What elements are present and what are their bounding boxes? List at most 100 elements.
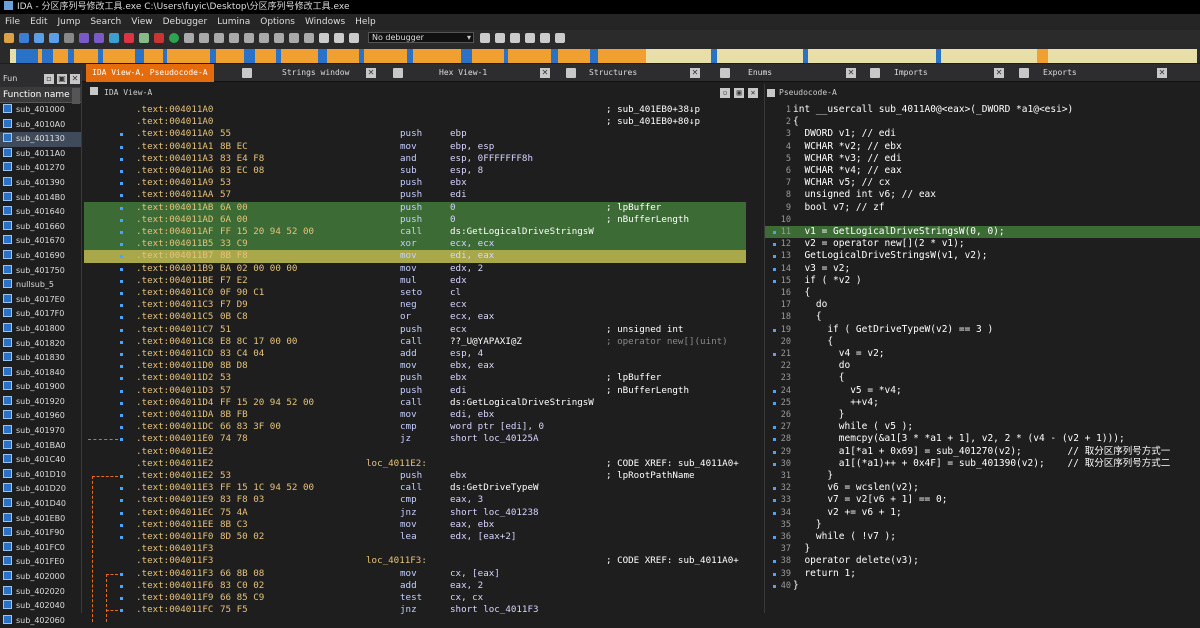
function-list-item[interactable]: sub_402020 xyxy=(0,585,81,600)
tab-ida-view-pseudocode[interactable]: IDA View-A, Pseudocode-A xyxy=(86,64,214,82)
disasm-line[interactable]: .text:004011D4 FF 15 20 94 52 00 call ds:Ge… xyxy=(84,397,760,409)
breakpoint-dot-icon[interactable] xyxy=(120,292,123,295)
disasm-line[interactable]: .text:004011F6 83 C0 02 add eax, 2 xyxy=(84,580,760,592)
breakpoint-dot-icon[interactable] xyxy=(120,316,123,320)
disasm-line[interactable]: .text:004011DA 8B FB mov edi, ebx xyxy=(84,409,760,421)
menu-lumina[interactable]: Lumina xyxy=(212,17,255,27)
functions-scrollbar[interactable] xyxy=(72,88,80,104)
open-icon[interactable] xyxy=(4,32,14,43)
breakpoint-dot-icon[interactable] xyxy=(120,365,123,369)
disasm-line[interactable]: .text:004011B5 33 C9 xor ecx, ecx xyxy=(84,238,746,251)
pseudocode-line[interactable]: 36 while ( !v7 ); xyxy=(765,531,1200,543)
step-icon-2[interactable] xyxy=(495,32,505,43)
step-icon-5[interactable] xyxy=(540,32,550,43)
tool-icon-6[interactable] xyxy=(259,32,269,43)
pseudocode-line[interactable]: 2{ xyxy=(765,116,1200,128)
function-list-item[interactable]: sub_401800 xyxy=(0,322,81,337)
breakpoint-dot-icon[interactable] xyxy=(120,499,123,503)
function-list-item[interactable]: sub_401690 xyxy=(0,249,81,264)
tab-structures-close-icon[interactable]: ✕ xyxy=(690,68,700,78)
tab-enums-close-icon[interactable]: ✕ xyxy=(846,68,856,78)
breakpoint-dot-icon[interactable] xyxy=(120,572,123,576)
code-icon[interactable] xyxy=(139,32,149,43)
disasm-line[interactable]: .text:004011B7 8B F8 mov edi, eax xyxy=(84,250,746,263)
disasm-line[interactable]: .text:004011F9 66 85 C9 test cx, cx xyxy=(84,592,760,604)
pseudocode-line[interactable]: 22 do xyxy=(765,360,1200,372)
disasm-line[interactable]: .text:004011CD 83 C4 04 add esp, 4 xyxy=(84,348,760,360)
pseudocode-line[interactable]: 20 { xyxy=(765,336,1200,348)
disasm-line[interactable]: .text:004011EE 8B C3 mov eax, ebx xyxy=(84,519,760,531)
back-icon[interactable] xyxy=(34,32,44,43)
pseudocode-line[interactable]: 9 bool v7; // zf xyxy=(765,202,1200,214)
disasm-line[interactable]: .text:004011BE F7 E2 mul edx xyxy=(84,275,760,287)
function-list-item[interactable]: sub_401670 xyxy=(0,234,81,249)
breakpoint-dot-icon[interactable] xyxy=(120,218,123,222)
function-list-item[interactable]: sub_401D10 xyxy=(0,468,81,483)
save-icon[interactable] xyxy=(19,32,29,43)
pseudocode-line[interactable]: 8 unsigned int v6; // eax xyxy=(765,189,1200,201)
breakpoint-dot-icon[interactable] xyxy=(120,206,123,210)
tab-structures[interactable]: Structures xyxy=(589,64,637,82)
breakpoint-dot-icon[interactable] xyxy=(120,597,123,600)
disasm-line[interactable]: .text:004011DC 66 83 3F 00 cmp word ptr [ed… xyxy=(84,421,760,433)
disasm-line[interactable]: .text:004011C5 0B C8 or ecx, eax xyxy=(84,311,760,323)
tool-icon-5[interactable] xyxy=(244,32,254,43)
forward-icon[interactable] xyxy=(49,32,59,43)
tool-icon-9[interactable] xyxy=(304,32,314,43)
breakpoint-dot-icon[interactable] xyxy=(120,243,123,247)
pseudocode-line[interactable]: 19 if ( GetDriveTypeW(v2) == 3 ) xyxy=(765,324,1200,336)
pseudocode-line[interactable]: 21 v4 = v2; xyxy=(765,348,1200,360)
pseudocode-line[interactable]: 35 } xyxy=(765,519,1200,531)
pseudocode-line[interactable]: 31 } xyxy=(765,470,1200,482)
function-list-item[interactable]: nullsub_5 xyxy=(0,278,81,293)
function-list-item[interactable]: sub_4017F0 xyxy=(0,307,81,322)
step-icon-1[interactable] xyxy=(480,32,490,43)
disasm-line[interactable]: .text:004011AB 6A 00 push 0 ; lpBuffer xyxy=(84,201,746,214)
pseudocode-line[interactable]: 29 a1[*a1 + 0x69] = sub_401270(v2); // 取… xyxy=(765,446,1200,458)
function-list-item[interactable]: sub_4010A0 xyxy=(0,118,81,133)
breakpoint-dot-icon[interactable] xyxy=(120,157,123,161)
step-icon-6[interactable] xyxy=(555,32,565,43)
function-list-item[interactable]: sub_401D20 xyxy=(0,482,81,497)
function-list-item[interactable]: sub_401830 xyxy=(0,351,81,366)
breakpoint-dot-icon[interactable] xyxy=(120,133,123,137)
tool-icon-3[interactable] xyxy=(214,32,224,43)
tab-imports[interactable]: Imports xyxy=(894,64,928,82)
function-list-item[interactable]: sub_401390 xyxy=(0,176,81,191)
step-icon-4[interactable] xyxy=(525,32,535,43)
tool-icon-1[interactable] xyxy=(184,32,194,43)
menu-debugger[interactable]: Debugger xyxy=(158,17,213,27)
function-list-item[interactable]: sub_401920 xyxy=(0,395,81,410)
function-list-item[interactable]: sub_401900 xyxy=(0,380,81,395)
tab-hex-close-icon[interactable]: ✕ xyxy=(540,68,550,78)
menu-options[interactable]: Options xyxy=(255,17,300,27)
search-icon[interactable] xyxy=(79,32,89,43)
pseudocode-line[interactable]: 25 ++v4; xyxy=(765,397,1200,409)
function-list-item[interactable]: sub_401750 xyxy=(0,264,81,279)
breakpoint-dot-icon[interactable] xyxy=(120,475,123,478)
function-list-item[interactable]: sub_401BA0 xyxy=(0,439,81,454)
disasm-line[interactable]: .text:004011A0 ; sub_401EB0+38↓p xyxy=(84,104,760,116)
disasm-line[interactable]: .text:004011EC 75 4A jnz short loc_401238 xyxy=(84,507,760,519)
disasm-line[interactable]: .text:004011FC 75 F5 jnz short loc_4011F3 xyxy=(84,604,760,616)
pseudocode-line[interactable]: 37 } xyxy=(765,543,1200,555)
breakpoint-dot-icon[interactable] xyxy=(120,231,123,234)
disasm-line[interactable]: .text:004011F3 xyxy=(84,543,760,555)
tab-strings[interactable]: Strings window xyxy=(282,64,349,82)
breakpoint-icon[interactable] xyxy=(154,32,164,43)
breakpoint-dot-icon[interactable] xyxy=(120,401,123,405)
function-list-item[interactable]: sub_401FE0 xyxy=(0,555,81,570)
pseudocode-line[interactable]: 18 { xyxy=(765,311,1200,323)
pseudocode-line[interactable]: 40} xyxy=(765,580,1200,592)
disasm-line[interactable]: .text:004011E2 loc_4011E2: ; CODE XREF: su… xyxy=(84,458,760,470)
pause-icon[interactable] xyxy=(334,32,344,43)
function-list-item[interactable]: sub_401000 xyxy=(0,103,81,118)
debugger-select[interactable]: No debugger xyxy=(368,32,474,43)
breakpoint-dot-icon[interactable] xyxy=(120,353,123,356)
disasm-line[interactable]: .text:004011AD 6A 00 push 0 ; nBufferLength xyxy=(84,213,746,226)
pseudocode-line[interactable]: 13 GetLogicalDriveStringsW(v1, v2); xyxy=(765,250,1200,262)
disasm-line[interactable]: .text:004011D3 57 push edi ; nBufferLength xyxy=(84,385,760,397)
breakpoint-dot-icon[interactable] xyxy=(120,377,123,381)
breakpoint-dot-icon[interactable] xyxy=(120,536,123,539)
breakpoint-dot-icon[interactable] xyxy=(120,267,123,271)
